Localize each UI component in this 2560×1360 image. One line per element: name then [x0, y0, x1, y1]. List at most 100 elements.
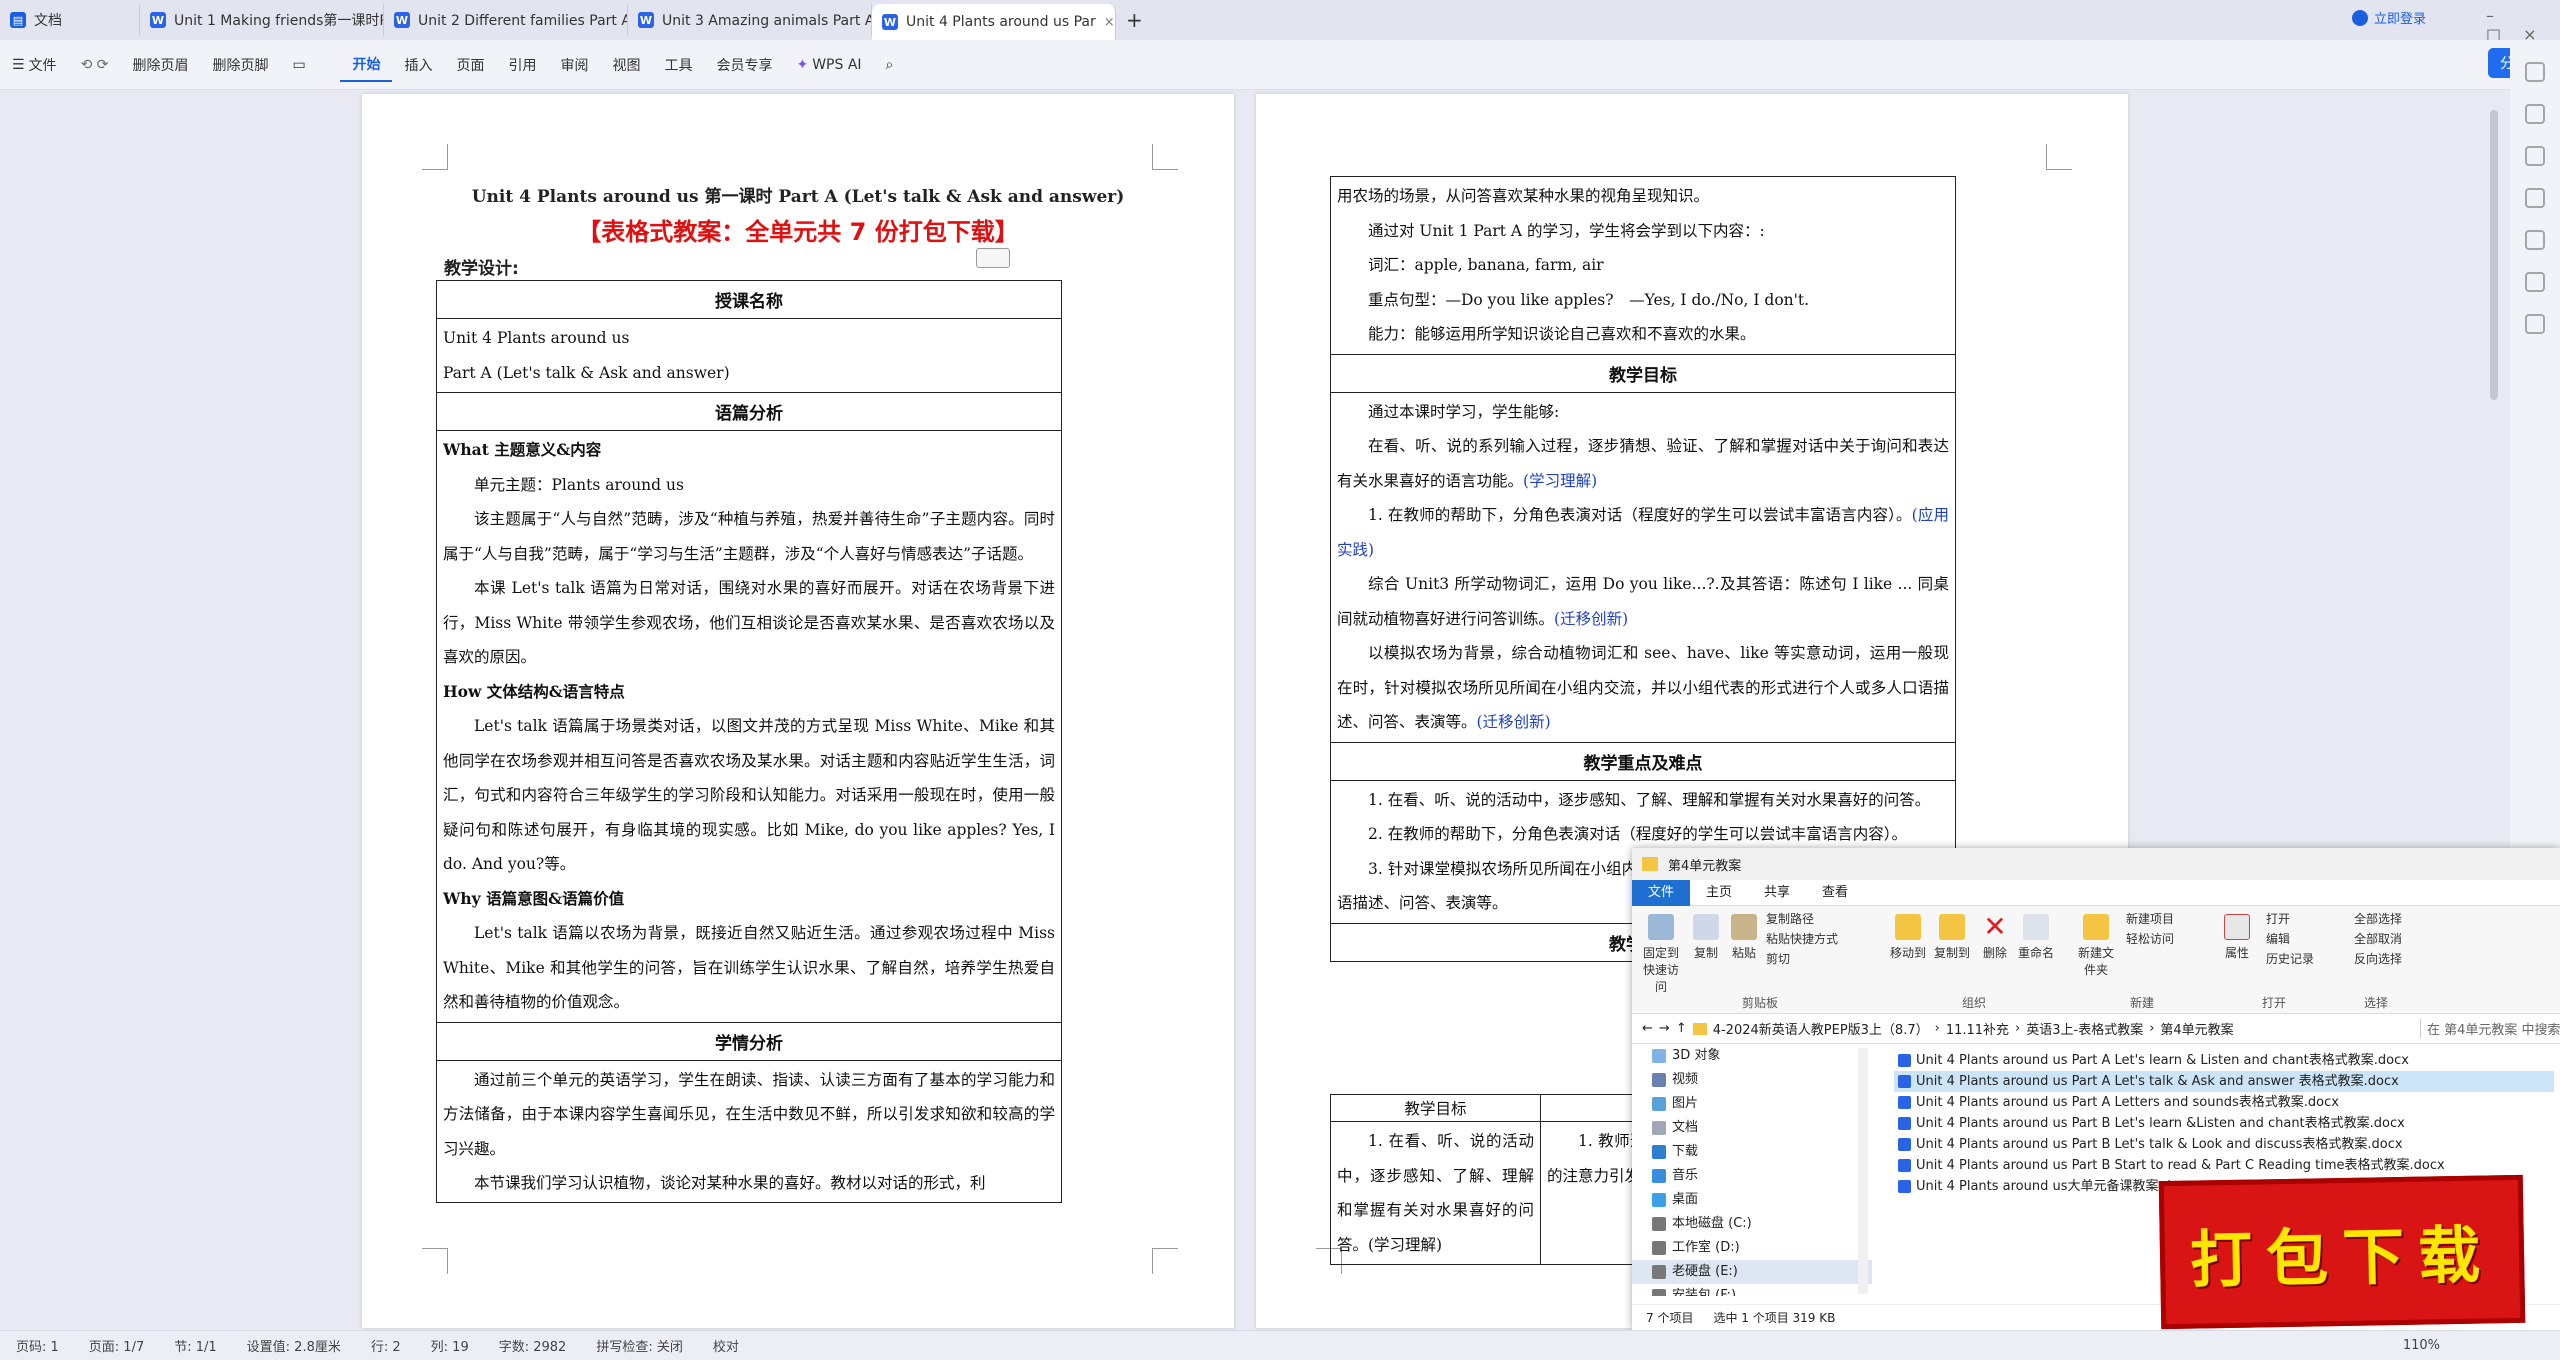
new-folder-button[interactable]: 新建文件夹	[2076, 914, 2116, 978]
file-item-selected[interactable]: Unit 4 Plants around us Part A Let's tal…	[1894, 1071, 2554, 1092]
file-item[interactable]: Unit 4 Plants around us Part B Start to …	[1894, 1155, 2554, 1176]
tab-docs[interactable]: ▤ 文档	[0, 4, 140, 36]
file-item[interactable]: Unit 4 Plants around us Part A Let's lea…	[1894, 1050, 2554, 1071]
copy-to-button[interactable]: 复制到	[1932, 914, 1972, 961]
paste-options-icon[interactable]	[976, 248, 1010, 268]
tab-home[interactable]: 开始	[340, 48, 393, 82]
file-item[interactable]: Unit 4 Plants around us Part B Let's tal…	[1894, 1134, 2554, 1155]
pen-icon[interactable]	[2525, 62, 2545, 82]
nav-item[interactable]: 本地磁盘 (C:)	[1632, 1212, 1872, 1236]
history-button[interactable]: 历史记录	[2266, 950, 2314, 967]
more-icon[interactable]	[2525, 314, 2545, 334]
status-words[interactable]: 字数: 2982	[499, 1336, 567, 1355]
translate-icon[interactable]	[2525, 188, 2545, 208]
nav-scrollbar[interactable]	[1858, 1048, 1868, 1294]
word-doc-icon: W	[638, 12, 654, 28]
word-doc-icon: W	[150, 12, 166, 28]
window-controls[interactable]: –□×	[2486, 6, 2560, 44]
undo-icon[interactable]: ⟲ ⟳	[69, 57, 121, 73]
learner-analysis-cell: 通过前三个单元的英语学习，学生在朗读、指读、认读三方面有了基本的学习能力和方法储…	[436, 1059, 1062, 1203]
delete-footer-button[interactable]: 删除页脚	[200, 55, 280, 75]
forward-icon[interactable]: →	[1659, 1021, 1670, 1036]
copy-button[interactable]: 复制	[1690, 914, 1722, 961]
breadcrumb-3[interactable]: 英语3上-表格式教案	[2026, 1019, 2143, 1038]
new-item-button[interactable]: 新建项目	[2126, 910, 2174, 927]
rename-button[interactable]: 重命名	[2016, 914, 2056, 961]
close-icon[interactable]: ×	[1096, 15, 1115, 30]
properties-button[interactable]: 属性	[2220, 914, 2254, 961]
nav-item[interactable]: 桌面	[1632, 1188, 1872, 1212]
nav-item[interactable]: 视频	[1632, 1068, 1872, 1092]
nav-item[interactable]: 下载	[1632, 1140, 1872, 1164]
status-page: 页码: 1	[16, 1340, 59, 1355]
nav-item[interactable]: 文档	[1632, 1116, 1872, 1140]
ai-icon: ✦	[796, 56, 809, 73]
settings-icon[interactable]	[2525, 146, 2545, 166]
word-doc-icon	[1898, 1075, 1911, 1088]
status-spell[interactable]: 拼写检查: 关闭	[596, 1336, 683, 1355]
select-icon[interactable]	[2525, 104, 2545, 124]
move-to-button[interactable]: 移动到	[1888, 914, 1928, 961]
tab-unit3[interactable]: WUnit 3 Amazing animals Part A（×	[628, 4, 872, 36]
tools-icon[interactable]	[2525, 230, 2545, 250]
select-all-button[interactable]: 全部选择	[2354, 910, 2402, 927]
nav-item[interactable]: 图片	[1632, 1092, 1872, 1116]
word-doc-icon	[1898, 1180, 1911, 1193]
cut-button[interactable]: 剪切	[1766, 950, 1790, 967]
tab-member[interactable]: 会员专享	[704, 55, 784, 75]
breadcrumb-1[interactable]: 4-2024新英语人教PEP版3上（8.7）	[1713, 1019, 1929, 1038]
file-item[interactable]: Unit 4 Plants around us Part A Letters a…	[1894, 1092, 2554, 1113]
tab-unit4[interactable]: W Unit 4 Plants around us Par ×	[872, 4, 1116, 40]
new-tab-button[interactable]: +	[1116, 4, 1153, 36]
delete-header-button[interactable]: 删除页眉	[120, 55, 200, 75]
status-row: 行: 2	[370, 1340, 401, 1355]
breadcrumb-2[interactable]: 11.11补充	[1946, 1019, 2009, 1038]
ribbon-tab-file[interactable]: 文件	[1632, 879, 1691, 906]
ribbon-tab-share[interactable]: 共享	[1748, 880, 1806, 906]
file-menu[interactable]: ☰ 文件	[0, 55, 69, 75]
copy-to-icon	[1939, 914, 1965, 940]
select-none-button[interactable]: 全部取消	[2354, 930, 2402, 947]
address-bar[interactable]: ← → ↑ 4-2024新英语人教PEP版3上（8.7） › 11.11补充 › 英…	[1632, 1014, 2560, 1044]
nav-item[interactable]: 3D 对象	[1632, 1044, 1872, 1068]
up-icon[interactable]: ↑	[1676, 1021, 1687, 1036]
tab-insert[interactable]: 插入	[392, 55, 444, 75]
paste-shortcut-button[interactable]: 粘贴快捷方式	[1766, 930, 1838, 947]
invert-selection-button[interactable]: 反向选择	[2354, 950, 2402, 967]
nav-item[interactable]: 音乐	[1632, 1164, 1872, 1188]
delete-button[interactable]: ✕ 删除	[1978, 913, 2012, 961]
tab-view[interactable]: 视图	[600, 55, 652, 75]
tab-reference[interactable]: 引用	[496, 55, 548, 75]
nav-item[interactable]: 安装包 (F:)	[1632, 1284, 1872, 1296]
paste-button[interactable]: 粘贴	[1726, 914, 1762, 961]
pin-button[interactable]: 固定到快速访问	[1638, 914, 1684, 995]
breadcrumb-4[interactable]: 第4单元教案	[2160, 1019, 2233, 1038]
nav-item[interactable]: 老硬盘 (E:)	[1632, 1260, 1872, 1284]
search-input[interactable]: 在 第4单元教案 中搜索	[2420, 1019, 2560, 1038]
open-button[interactable]: 打开	[2266, 910, 2290, 927]
file-item[interactable]: Unit 4 Plants around us Part B Let's lea…	[1894, 1113, 2554, 1134]
tab-unit2[interactable]: W Unit 2 Different families Part A（	[384, 4, 628, 36]
status-proof[interactable]: 校对	[713, 1336, 739, 1355]
easy-access-button[interactable]: 轻松访问	[2126, 930, 2174, 947]
drive-icon	[1652, 1265, 1666, 1279]
ribbon-tab-view[interactable]: 查看	[1806, 880, 1864, 906]
ribbon-tab-home[interactable]: 主页	[1690, 880, 1748, 906]
copy-path-button[interactable]: 复制路径	[1766, 910, 1814, 927]
paste-icon	[1731, 914, 1757, 940]
wps-ai-button[interactable]: ✦ WPS AI	[784, 57, 873, 73]
nav-item[interactable]: 工作室 (D:)	[1632, 1236, 1872, 1260]
tab-review[interactable]: 审阅	[548, 55, 600, 75]
login-button[interactable]: 立即登录	[2352, 8, 2426, 27]
help-icon[interactable]	[2525, 272, 2545, 292]
search-icon[interactable]: ⌕	[874, 57, 906, 73]
zoom-level[interactable]: 110%	[2403, 1338, 2440, 1353]
tab-page[interactable]: 页面	[444, 55, 496, 75]
edit-button[interactable]: 编辑	[2266, 930, 2290, 947]
tab-unit1[interactable]: W Unit 1 Making friends第一课时P	[140, 4, 384, 36]
tab-bar: ▤ 文档 W Unit 1 Making friends第一课时P W Unit 2 …	[0, 0, 2560, 44]
format-icon[interactable]: ▭	[280, 57, 340, 73]
tab-tools[interactable]: 工具	[652, 55, 704, 75]
back-icon[interactable]: ←	[1642, 1021, 1653, 1036]
vertical-scrollbar[interactable]	[2490, 110, 2498, 400]
